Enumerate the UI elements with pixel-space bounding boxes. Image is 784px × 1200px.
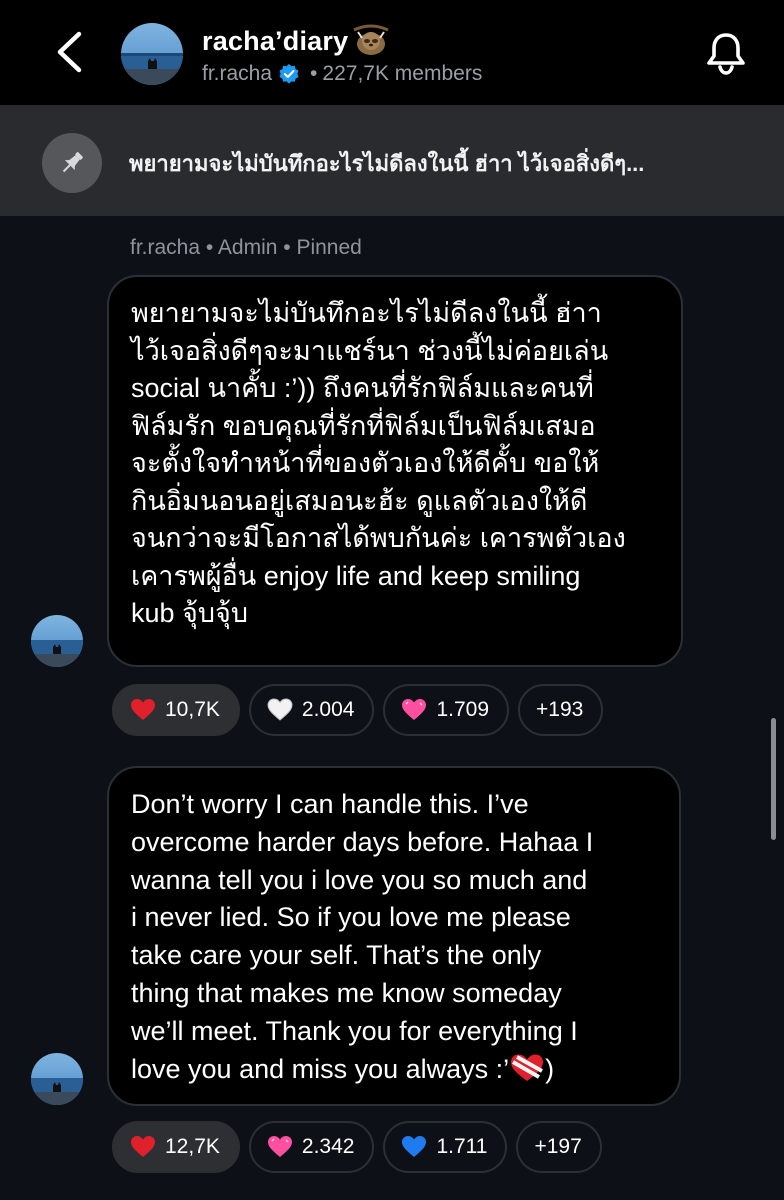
reaction-count: 2.342 <box>301 1135 355 1158</box>
reaction-count: 1.711 <box>436 1135 488 1158</box>
more-reactions-count: +197 <box>534 1135 582 1158</box>
channel-title: racha’diary <box>202 25 349 56</box>
members-count: 227,7K members <box>322 62 483 85</box>
channel-avatar[interactable] <box>121 23 183 85</box>
reaction-count: 10,7K <box>165 698 220 721</box>
red-heart-icon <box>131 1136 155 1157</box>
subtitle-separator: • <box>310 62 318 85</box>
message-bubble[interactable]: พยายามจะไม่บันทึกอะไรไม่ดีลงในนี้ ฮ่าา ไ… <box>107 275 683 667</box>
message-text-line: love you and miss you always :’) <box>131 1051 657 1089</box>
more-reactions-count: +193 <box>536 698 584 721</box>
reaction-pink-heart[interactable]: 1.709 <box>383 684 510 736</box>
message-text-line: kub จุ้บจุ้บ <box>131 598 248 628</box>
message-text: love you and miss you always :’ <box>131 1053 510 1084</box>
message-text-line: i never lied. So if you love me please <box>131 902 571 933</box>
message-text-line: กินอิ่มนอนอยู่เสมอนะฮ้ะ ดูแลตัวเองให้ดี <box>131 485 588 516</box>
message-text-line: thing that makes me know someday <box>131 977 562 1008</box>
message-text-line: เคารพผู้อื่น enjoy life and keep smiling <box>131 560 581 591</box>
red-heart-icon <box>131 699 155 720</box>
reaction-pink-heart[interactable]: 2.342 <box>248 1121 375 1173</box>
reaction-row: 12,7K 2.342 1.711 +197 <box>112 1121 602 1173</box>
message-text-line: we’ll meet. Thank you for everything I <box>131 1015 578 1046</box>
channel-username: fr.racha <box>202 62 273 85</box>
message-text-line: overcome harder days before. Hahaa I <box>131 826 594 857</box>
reaction-count: 12,7K <box>165 1135 220 1158</box>
message-text: ) <box>545 1053 555 1084</box>
message-bubble[interactable]: Don’t worry I can handle this. I’ve over… <box>107 766 681 1106</box>
pin-button[interactable] <box>42 133 102 193</box>
sender-avatar[interactable] <box>31 615 83 667</box>
bell-icon[interactable] <box>704 30 748 76</box>
sender-avatar[interactable] <box>31 1053 83 1105</box>
reaction-count: 1.709 <box>436 698 490 721</box>
message-meta: fr.racha • Admin • Pinned <box>130 236 362 259</box>
scrollbar-thumb[interactable] <box>771 718 776 840</box>
message-text-line: ฟิล์มรัก ขอบคุณที่รักที่ฟิล์มเป็นฟิล์มเส… <box>131 410 596 441</box>
message-text-line: ไว้เจอสิ่งดีๆจะมาแชร์นา ช่วงนี้ไม่ค่อยเล… <box>131 335 609 366</box>
reaction-red-heart[interactable]: 10,7K <box>112 684 240 736</box>
more-reactions[interactable]: +197 <box>516 1121 602 1173</box>
channel-header: racha’diary fr.racha • 227,7K members <box>0 0 784 105</box>
pink-heart-icon <box>402 699 427 720</box>
back-arrow-icon[interactable] <box>48 28 92 76</box>
message-text-line: จนกว่าจะมีโอกาสได้พบกันค่ะ เคารพตัวเอง <box>131 523 626 553</box>
message-text-line: พยายามจะไม่บันทึกอะไรไม่ดีลงในนี้ ฮ่าา <box>131 298 602 328</box>
reaction-red-heart[interactable]: 12,7K <box>112 1121 240 1173</box>
more-reactions[interactable]: +193 <box>518 684 604 736</box>
reaction-count: 2.004 <box>301 698 355 721</box>
verified-badge-icon <box>279 64 299 84</box>
message-text-line: wanna tell you i love you so much and <box>131 864 588 895</box>
sloth-emoji-icon <box>353 24 389 55</box>
pink-heart-icon <box>267 1136 292 1157</box>
reaction-row: 10,7K 2.004 1.709 +193 <box>112 684 604 736</box>
message-text-line: social นาคั้บ :’)) ถึงคนที่รักฟิล์มและคน… <box>131 373 594 403</box>
message-text-line: Don’t worry I can handle this. I’ve <box>131 789 529 819</box>
blue-heart-icon <box>402 1136 427 1157</box>
message-text-line: take care your self. That’s the only <box>131 940 542 971</box>
pin-icon <box>62 152 83 173</box>
bandaged-heart-icon <box>511 1054 544 1081</box>
pinned-message-preview[interactable]: พยายามจะไม่บันทึกอะไรไม่ดีลงในนี้ ฮ่าา ไ… <box>129 146 739 181</box>
reaction-white-heart[interactable]: 2.004 <box>248 684 375 736</box>
message-text-line: จะตั้งใจทำหน้าที่ของตัวเองให้ดีคั้บ ขอให… <box>131 448 600 478</box>
reaction-blue-heart[interactable]: 1.711 <box>383 1121 508 1173</box>
white-heart-icon <box>267 698 293 721</box>
